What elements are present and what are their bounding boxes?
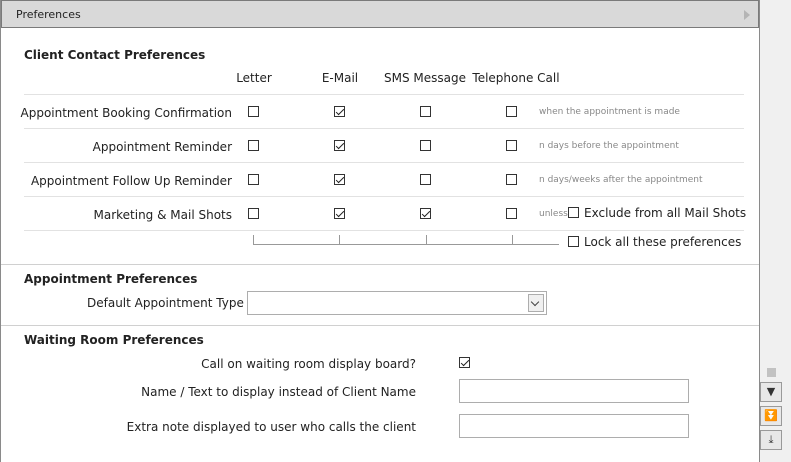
section-divider — [1, 264, 759, 265]
section-divider — [1, 325, 759, 326]
checkbox-marketing-letter[interactable] — [248, 208, 259, 219]
extra-note-input[interactable] — [459, 414, 689, 438]
checkbox-marketing-email[interactable] — [334, 208, 345, 219]
row-label-marketing: Marketing & Mail Shots — [93, 208, 232, 222]
column-letter: Letter — [236, 71, 272, 85]
row-label-booking-confirmation: Appointment Booking Confirmation — [20, 106, 233, 120]
note-booking: when the appointment is made — [539, 107, 680, 117]
scroll-down-button[interactable]: ▼ — [760, 382, 782, 402]
bracket-tick — [426, 235, 427, 244]
scroll-to-end-button[interactable]: ⤓ — [760, 430, 782, 450]
checkbox-followup-sms[interactable] — [420, 174, 431, 185]
checkbox-reminder-telephone[interactable] — [506, 140, 517, 151]
row-divider — [24, 230, 744, 231]
column-sms: SMS Message — [384, 71, 466, 85]
checkbox-followup-telephone[interactable] — [506, 174, 517, 185]
row-divider — [24, 162, 744, 163]
row-divider — [24, 196, 744, 197]
row-label-follow-up: Appointment Follow Up Reminder — [30, 174, 232, 188]
checkbox-lock-preferences[interactable] — [568, 236, 579, 247]
waiting-room-title: Waiting Room Preferences — [24, 333, 204, 347]
checkbox-marketing-sms[interactable] — [420, 208, 431, 219]
checkbox-booking-sms[interactable] — [420, 106, 431, 117]
client-contact-title: Client Contact Preferences — [24, 48, 206, 62]
header-title: Preferences — [16, 8, 81, 21]
checkbox-reminder-letter[interactable] — [248, 140, 259, 151]
bracket-tick — [512, 235, 513, 244]
checkbox-display-board[interactable] — [459, 357, 470, 368]
note-unless: unless: — [539, 209, 571, 219]
column-telephone: Telephone Call — [472, 71, 560, 85]
checkbox-marketing-telephone[interactable] — [506, 208, 517, 219]
label-display-name: Name / Text to display instead of Client… — [141, 385, 416, 399]
row-label-reminder: Appointment Reminder — [92, 140, 232, 154]
label-extra-note: Extra note displayed to user who calls t… — [126, 420, 416, 434]
note-follow-up: n days/weeks after the appointment — [539, 175, 703, 185]
checkbox-exclude-mail-shots[interactable] — [568, 207, 579, 218]
appointment-type-select[interactable] — [247, 291, 547, 315]
scrollbar-thumb[interactable] — [767, 368, 776, 377]
expand-arrow-icon[interactable] — [744, 10, 750, 20]
double-chevron-down-icon: ⏬ — [764, 409, 778, 422]
preferences-header[interactable]: Preferences — [1, 0, 759, 28]
column-email: E-Mail — [321, 71, 359, 85]
column-bracket — [253, 235, 559, 245]
row-divider — [24, 128, 744, 129]
note-reminder: n days before the appointment — [539, 141, 679, 151]
arrow-down-icon: ▼ — [766, 385, 776, 398]
checkbox-followup-letter[interactable] — [248, 174, 259, 185]
preferences-panel: Preferences Client Contact Preferences L… — [0, 0, 760, 462]
checkbox-reminder-sms[interactable] — [420, 140, 431, 151]
row-divider — [24, 94, 744, 95]
checkbox-reminder-email[interactable] — [334, 140, 345, 151]
arrow-to-bottom-icon: ⤓ — [768, 433, 774, 446]
label-lock-preferences: Lock all these preferences — [584, 235, 742, 249]
label-display-board: Call on waiting room display board? — [201, 357, 416, 371]
appointment-prefs-title: Appointment Preferences — [24, 272, 198, 286]
checkbox-booking-telephone[interactable] — [506, 106, 517, 117]
checkbox-booking-email[interactable] — [334, 106, 345, 117]
checkbox-booking-letter[interactable] — [248, 106, 259, 117]
page-down-button[interactable]: ⏬ — [760, 406, 782, 426]
chevron-down-icon[interactable] — [528, 294, 544, 312]
bracket-tick — [339, 235, 340, 244]
display-name-input[interactable] — [459, 379, 689, 403]
label-exclude-mail-shots: Exclude from all Mail Shots — [584, 206, 747, 220]
label-default-appointment-type: Default Appointment Type — [87, 296, 244, 310]
checkbox-followup-email[interactable] — [334, 174, 345, 185]
